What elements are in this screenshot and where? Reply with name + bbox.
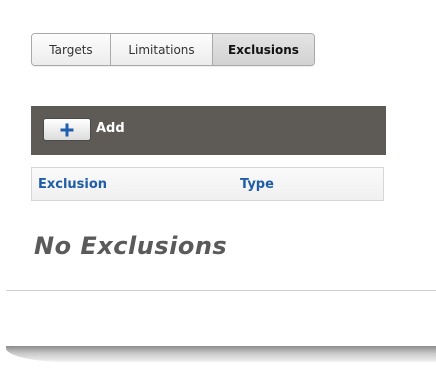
tab-exclusions[interactable]: Exclusions [213, 34, 314, 65]
panel-shadow [6, 346, 436, 362]
tab-limitations[interactable]: Limitations [111, 34, 213, 65]
plus-icon [60, 123, 74, 136]
toolbar: Add [31, 106, 386, 155]
add-button[interactable] [43, 118, 91, 141]
table-header: Exclusion Type [31, 167, 384, 201]
empty-state-message: No Exclusions [34, 232, 228, 260]
tab-bar: Targets Limitations Exclusions [31, 33, 315, 66]
column-header-type[interactable]: Type [240, 177, 274, 192]
divider [6, 290, 436, 291]
tab-targets[interactable]: Targets [32, 34, 111, 65]
add-label[interactable]: Add [96, 121, 125, 136]
column-header-exclusion[interactable]: Exclusion [38, 177, 107, 192]
exclusions-panel: Targets Limitations Exclusions Add Exclu… [0, 0, 436, 350]
